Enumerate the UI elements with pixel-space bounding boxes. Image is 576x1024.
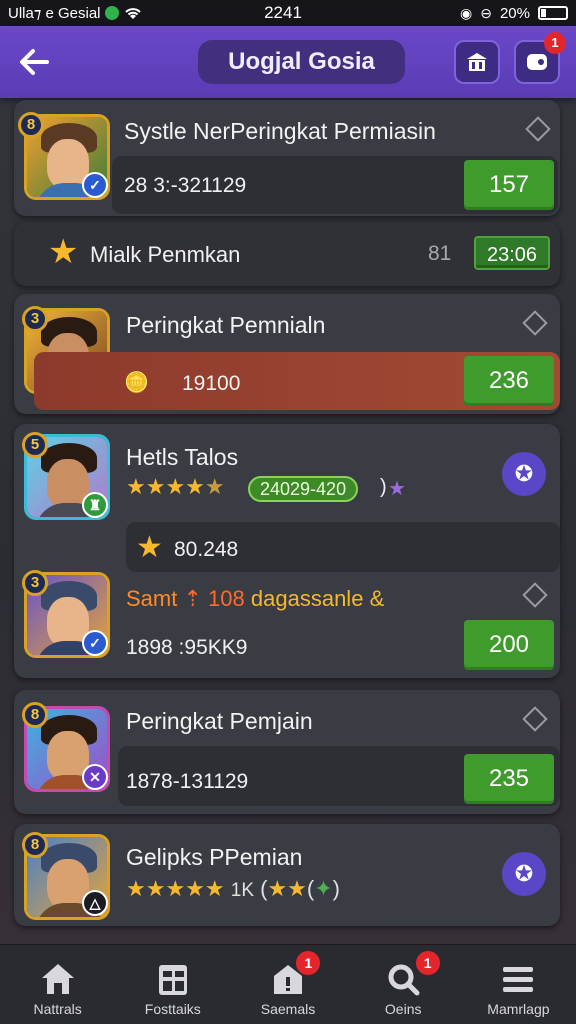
player-card-1[interactable]: 8 ✓ Systle NerPeringkat Permiasin 28 3:-…	[14, 100, 560, 216]
arrow-up-icon: ⇡	[183, 586, 202, 611]
highlight-suffix: &	[369, 586, 385, 611]
score-box[interactable]: 235	[464, 754, 554, 804]
score-box[interactable]: 157	[464, 160, 554, 210]
menu-icon	[503, 967, 534, 992]
page-title: Uogjal Gosia	[198, 40, 405, 84]
sword-icon: ✕	[82, 764, 108, 790]
score-box[interactable]: 200	[464, 620, 554, 670]
whatsapp-icon	[104, 6, 119, 20]
score-box[interactable]: 236	[464, 356, 554, 406]
diamond-icon[interactable]	[525, 116, 551, 142]
nav-badge: 1	[415, 951, 440, 975]
nav-item-menu[interactable]: Mamrlagp	[461, 945, 576, 1024]
nav-item-search[interactable]: 1 Oeins	[346, 945, 461, 1024]
star-action-button[interactable]: ✪	[502, 852, 546, 896]
nav-item-home[interactable]: Nattrals	[0, 945, 115, 1024]
dnd-icon: ⊖	[480, 4, 492, 21]
alarm-icon: ◉	[460, 4, 473, 21]
section-score[interactable]: 23:06	[474, 236, 550, 270]
arrow-left-icon	[20, 49, 49, 75]
diamond-icon[interactable]	[522, 310, 548, 336]
nav-label: Fosttaiks	[144, 1001, 201, 1017]
coin-icon: 🪙	[124, 372, 149, 394]
home-icon	[41, 964, 74, 994]
nav-label: Nattrals	[33, 1001, 82, 1017]
verified-icon: ✓	[82, 630, 108, 656]
rank-badge: 8	[22, 702, 48, 728]
highlight-num: 108	[208, 586, 245, 611]
rank-badge: 3	[22, 306, 48, 332]
battery-icon	[538, 6, 568, 20]
rating-suffix: )	[380, 476, 387, 498]
triangle-icon: △	[82, 890, 108, 916]
clipboard-icon	[158, 965, 187, 995]
star-rating: ★★★★★ 1K (★★(✦)	[126, 876, 340, 901]
status-left: Ulla⁊ e Gesial	[8, 4, 208, 22]
section-label: Mialk Penmkan	[90, 242, 241, 267]
rank-badge: 5	[22, 432, 48, 458]
nav-label: Mamrlagp	[487, 1001, 550, 1017]
rating-pill: 24029-420	[248, 476, 359, 502]
highlight-text: Samt	[126, 586, 178, 611]
bottom-nav: Nattrals Fosttaiks 1 Saemals 1 Oeins Mam…	[0, 944, 576, 1024]
player-stat: 1878-131129	[126, 770, 249, 793]
status-bar: Ulla⁊ e Gesial 2241 ◉ ⊖ 20%	[0, 0, 576, 26]
star-rating: ★★★★★	[126, 474, 225, 499]
player-stat: 19100	[182, 372, 241, 395]
player-stat: 28 3:-321129	[124, 174, 247, 197]
game-pad-icon	[527, 54, 547, 70]
rank-badge: 8	[22, 832, 48, 858]
nav-item-clipboard[interactable]: Fosttaiks	[115, 945, 230, 1024]
star-icon: ★	[136, 531, 163, 564]
notification-badge: 1	[544, 32, 566, 54]
player-stat: 1898 :95KK9	[126, 636, 248, 659]
status-left-text: Ulla⁊ e Gesial	[8, 5, 101, 22]
highlight-text2: dagassanle	[250, 586, 364, 611]
nav-badge: 1	[296, 951, 321, 975]
diamond-icon[interactable]	[522, 582, 548, 608]
rank-badge: 3	[22, 570, 48, 596]
section-row[interactable]: ★ Mialk Penmkan 81 23:06	[14, 222, 560, 286]
player-name: Hetls Talos	[126, 444, 239, 470]
nav-item-saemals[interactable]: 1 Saemals	[230, 945, 345, 1024]
player-card-5[interactable]: 8 △ Gelipks PPemian ★★★★★ 1K (★★(✦) ✪	[14, 824, 560, 926]
shield-icon: ♜	[82, 492, 108, 518]
star-value: 80.248	[174, 538, 239, 561]
notifications-button[interactable]: 1	[514, 32, 566, 84]
nav-label: Oeins	[384, 1001, 422, 1017]
green-star-icon: ✦	[314, 876, 333, 901]
section-num: 81	[428, 242, 452, 265]
app-header: Uogjal Gosia 1	[0, 26, 576, 98]
purple-star-icon: ★	[388, 478, 406, 500]
nav-label: Saemals	[260, 1001, 316, 1017]
verified-icon: ✓	[82, 172, 108, 198]
player-name: Peringkat Pemjain	[126, 708, 313, 734]
diamond-icon[interactable]	[522, 706, 548, 732]
back-button[interactable]	[14, 42, 54, 82]
star-action-button[interactable]: ✪	[502, 452, 546, 496]
battery-text: 20%	[499, 4, 530, 22]
status-right: ◉ ⊖ 20%	[428, 5, 568, 22]
wifi-icon	[124, 8, 141, 19]
star-icon: ★	[48, 233, 79, 271]
suffix-text: 1K	[230, 880, 254, 901]
building-button[interactable]	[454, 40, 500, 84]
rank-badge: 8	[18, 112, 44, 138]
building-icon	[467, 53, 487, 71]
highlight-line: Samt ⇡ 108 dagassanle &	[126, 586, 384, 612]
player-card-4[interactable]: 8 ✕ Peringkat Pemjain 1878-131129 235	[14, 690, 560, 814]
player-name: Peringkat Pemnialn	[126, 312, 326, 338]
player-name: Gelipks PPemian	[126, 844, 303, 870]
player-name: Systle NerPeringkat Permiasin	[124, 118, 436, 144]
status-time: 2241	[264, 3, 302, 22]
player-card-2[interactable]: 3 ✱ Peringkat Pemnialn 🪙 19100 236	[14, 294, 560, 414]
player-card-3[interactable]: 5 ♜ Hetls Talos ★★★★★ 24029-420 ) ★ ✪ ★ …	[14, 424, 560, 678]
